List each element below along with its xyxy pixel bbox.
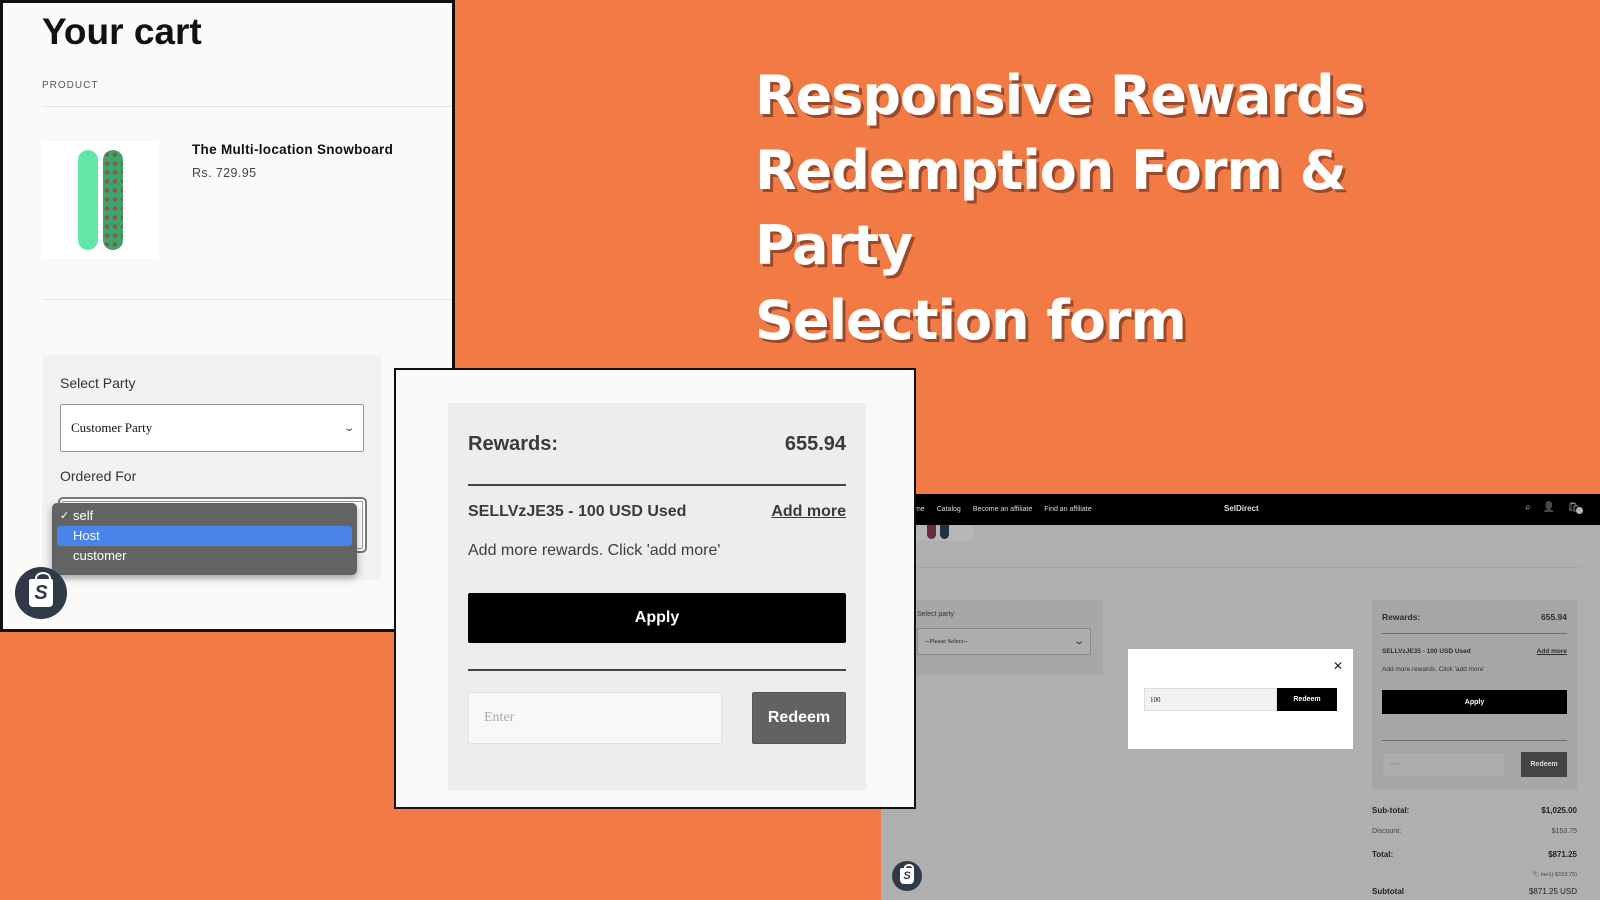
divider [42,106,452,107]
shopify-logo-icon: S [892,861,922,891]
shopping-bag-icon: S [900,863,915,884]
discount-tier-note: 🏷 tier1(-$153.75) [1372,872,1577,878]
redeem-amount-input[interactable] [1144,688,1277,711]
rewards-redemption-form: Rewards: 655.94 SELLVzJE35 - 100 USD Use… [448,403,866,790]
product-price: Rs. 729.95 [192,166,257,180]
select-party-dropdown[interactable]: --Please Select-- ⌄ [917,628,1091,655]
account-icon[interactable]: 👤 [1543,502,1555,513]
discount-value: $153.75 [1551,828,1577,835]
search-icon[interactable]: ⌕ [1525,502,1531,513]
divider [468,484,846,486]
rewards-header: Rewards: 655.94 [1382,612,1567,622]
product-image[interactable] [42,142,158,258]
product-name-link[interactable]: The Multi-location Snowboard [192,142,393,157]
used-reward-code: SELLVzJE35 - 100 USD Used [1382,648,1471,655]
promo-headline: Responsive Rewards Redemption Form & Par… [755,58,1515,358]
ordered-for-label: Ordered For [60,468,137,484]
divider [1382,633,1567,634]
nav-find-affiliate[interactable]: Find an affiliate [1044,506,1091,513]
select-party-dropdown[interactable]: Customer Party ⌄ [60,404,364,452]
chevron-down-icon: ⌄ [342,422,355,434]
store-navbar: Home Catalog Become an affiliate Find an… [881,494,1600,525]
select-party-label: Select party [917,611,954,618]
rewards-amount-input[interactable] [1382,752,1505,777]
tier-note-text: 🏷 tier1(-$153.75) [1532,872,1577,878]
store-brand-logo[interactable]: SelDirect [1224,504,1259,513]
headline-line-3: Selection form [755,289,1187,352]
nav-catalog[interactable]: Catalog [937,506,961,513]
snowboard-back-image [103,150,123,250]
option-self[interactable]: ✓ self [57,506,352,526]
divider [42,299,452,300]
rewards-hint: Add more rewards. Click 'add more' [1382,666,1485,673]
storefront-screenshot-panel: Home Catalog Become an affiliate Find an… [881,494,1600,900]
product-image [907,525,973,541]
used-reward-row: SELLVzJE35 - 100 USD Used Add more [468,503,846,521]
divider [468,669,846,671]
rewards-header: Rewards: 655.94 [468,433,846,456]
option-host[interactable]: Host [57,526,352,546]
rewards-balance: 655.94 [784,433,846,455]
used-reward-row: SELLVzJE35 - 100 USD Used Add more [1382,648,1567,655]
snowboard-front-image [78,150,98,250]
rewards-title: Rewards: [468,433,559,455]
subtotal-label: Sub-total: [1372,806,1410,815]
option-label: self [73,508,94,523]
apply-button[interactable]: Apply [1382,690,1567,714]
divider [1382,740,1567,741]
party-selection-form: Select party --Please Select-- ⌄ [907,600,1103,675]
rewards-balance: 655.94 [1541,612,1567,622]
apply-button[interactable]: Apply [468,593,846,643]
modal-redeem-button[interactable]: Redeem [1277,688,1337,711]
snowboard-image [940,525,949,539]
subtotal-row: Sub-total: $1,025.00 [1372,806,1577,815]
total-value: $871.25 [1548,850,1577,859]
final-subtotal-row: Subtotal $871.25 USD [1372,887,1577,896]
select-party-value: --Please Select-- [925,638,968,645]
rewards-title: Rewards: [1382,612,1421,622]
rewards-amount-input[interactable] [468,692,722,744]
redeem-button[interactable]: Redeem [752,692,846,744]
select-party-value: Customer Party [71,420,153,435]
cart-count-badge [1576,507,1583,514]
close-icon[interactable]: ✕ [1333,659,1343,673]
nav-become-affiliate[interactable]: Become an affiliate [973,506,1032,513]
shopify-logo-icon: S [15,567,67,619]
rewards-redemption-form: Rewards: 655.94 SELLVzJE35 - 100 USD Use… [1372,600,1577,789]
rewards-hint: Add more rewards. Click 'add more' [468,542,721,559]
add-more-link[interactable]: Add more [1537,648,1567,655]
redeem-modal: ✕ Redeem [1128,649,1353,749]
nav-icons: ⌕ 👤 🛍 [1525,502,1583,514]
option-label: customer [73,548,127,563]
rewards-screenshot-panel: Rewards: 655.94 SELLVzJE35 - 100 USD Use… [394,368,916,809]
cart-icon[interactable]: 🛍 [1567,502,1583,514]
select-party-label: Select Party [60,375,136,391]
divider [907,567,1580,568]
page-title: Your cart [42,11,202,52]
headline-line-2: Redemption Form & Party [755,139,1347,277]
nav-links: Home Catalog Become an affiliate Find an… [906,506,1092,513]
subtotal-value: $1,025.00 [1541,806,1577,815]
redeem-button[interactable]: Redeem [1521,752,1567,777]
total-row: Total: $871.25 [1372,850,1577,859]
discount-label: Discount: [1372,828,1402,835]
headline-line-1: Responsive Rewards [755,64,1366,127]
final-subtotal-label: Subtotal [1372,887,1404,896]
shopping-bag-icon: S [29,571,53,607]
used-reward-code: SELLVzJE35 - 100 USD Used [468,503,687,520]
chevron-down-icon: ⌄ [1072,636,1085,647]
final-subtotal-value: $871.25 USD [1528,887,1577,896]
ordered-for-options-menu: ✓ self Host customer [52,503,357,575]
checkmark-icon: ✓ [60,510,70,522]
option-customer[interactable]: customer [57,546,352,566]
snowboard-image [927,525,936,539]
product-column-header: PRODUCT [42,80,99,91]
option-label: Host [73,528,100,543]
total-label: Total: [1372,850,1394,859]
add-more-link[interactable]: Add more [771,503,846,521]
discount-row: Discount: $153.75 [1372,828,1577,835]
